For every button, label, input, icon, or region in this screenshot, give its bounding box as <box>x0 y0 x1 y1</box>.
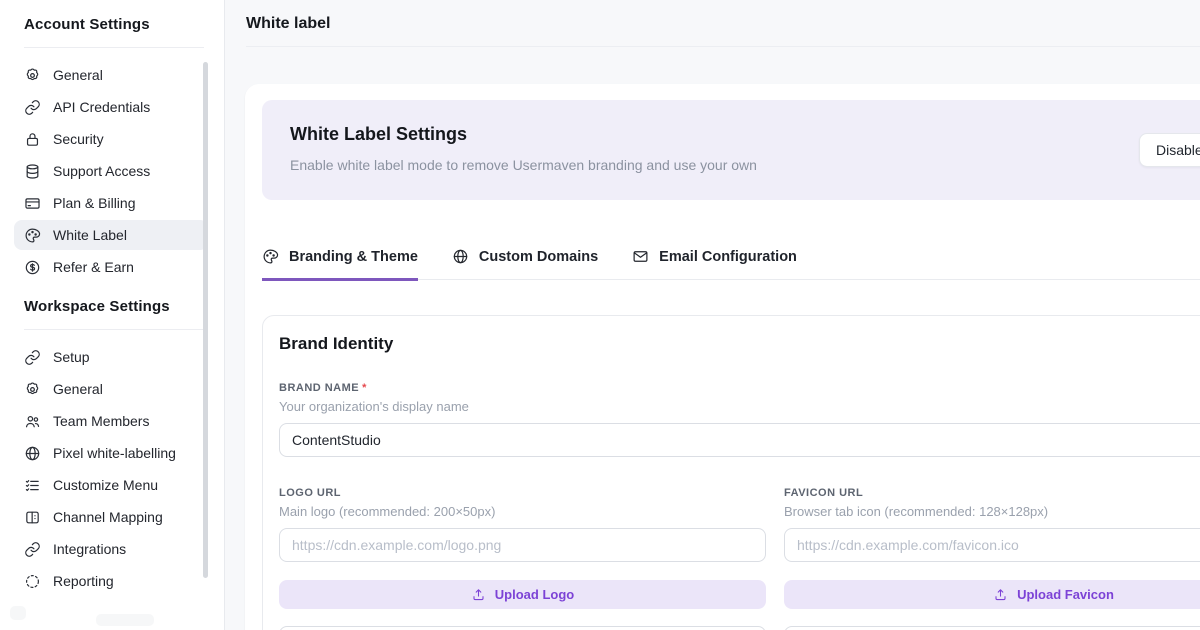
sidebar-item-label: Refer & Earn <box>53 259 134 275</box>
upload-icon <box>471 587 486 602</box>
globe-icon <box>24 445 41 462</box>
banner-subtitle: Enable white label mode to remove Userma… <box>290 157 1200 173</box>
envelope-icon <box>632 248 649 265</box>
brand-name-input[interactable] <box>279 423 1200 457</box>
sidebar-item-support-access[interactable]: Support Access <box>14 156 208 186</box>
sidebar-item-label: Reporting <box>53 573 114 589</box>
header-divider <box>246 46 1200 47</box>
favicon-url-label: FAVICON URL <box>784 487 1200 499</box>
database-icon <box>24 163 41 180</box>
sidebar-item-reporting[interactable]: Reporting <box>14 566 208 596</box>
palette-icon <box>262 248 279 265</box>
globe-icon <box>452 248 469 265</box>
upload-logo-button[interactable]: Upload Logo <box>279 580 766 609</box>
tab-branding-theme[interactable]: Branding & Theme <box>262 248 418 281</box>
sidebar-item-white-label[interactable]: White Label <box>14 220 208 250</box>
credit-card-icon <box>24 195 41 212</box>
palette-icon <box>24 227 41 244</box>
banner-title: White Label Settings <box>290 124 1200 145</box>
sidebar-item-general[interactable]: General <box>14 374 208 404</box>
logo-url-input[interactable] <box>279 528 766 562</box>
sidebar-section-heading: Workspace Settings <box>0 298 224 315</box>
sidebar-item-customize-menu[interactable]: Customize Menu <box>14 470 208 500</box>
faded-label <box>96 614 154 626</box>
settings-sidebar: Account Settings General API Credentials Se… <box>0 0 225 630</box>
tab-bar: Branding & Theme Custom Domains Email Conf… <box>262 248 1200 280</box>
sidebar-item-label: Plan & Billing <box>53 195 136 211</box>
sidebar-item-label: Team Members <box>53 413 149 429</box>
logo-url-field-group: LOGO URL Main logo (recommended: 200×50p… <box>279 487 766 630</box>
sidebar-item-channel-mapping[interactable]: Channel Mapping <box>14 502 208 532</box>
brand-name-label: BRAND NAME* <box>279 382 1200 394</box>
sidebar-item-general[interactable]: General <box>14 60 208 90</box>
section-title: Brand Identity <box>279 334 1200 354</box>
sidebar-nav: Setup General Team Members Pixel white-labe… <box>0 342 224 596</box>
sidebar-item-label: Pixel white-labelling <box>53 445 176 461</box>
list-check-icon <box>24 477 41 494</box>
users-icon <box>24 413 41 430</box>
logo-url-label: LOGO URL <box>279 487 766 499</box>
channel-map-icon <box>24 509 41 526</box>
sidebar-item-label: Security <box>53 131 104 147</box>
sidebar-item-label: Customize Menu <box>53 477 158 493</box>
lock-icon <box>24 131 41 148</box>
sidebar-item-label: Support Access <box>53 163 150 179</box>
sidebar-divider <box>24 47 204 48</box>
sidebar-item-api-credentials[interactable]: API Credentials <box>14 92 208 122</box>
tab-email-configuration[interactable]: Email Configuration <box>632 248 797 281</box>
link-icon <box>24 541 41 558</box>
page-header: White label <box>225 0 1200 33</box>
tab-label: Branding & Theme <box>289 249 418 265</box>
sidebar-item-label: Channel Mapping <box>53 509 163 525</box>
logo-extra-input[interactable] <box>279 626 766 630</box>
favicon-extra-input[interactable] <box>784 626 1200 630</box>
dashed-circle-icon <box>24 573 41 590</box>
upload-icon <box>993 587 1008 602</box>
favicon-url-input[interactable] <box>784 528 1200 562</box>
dollar-circle-icon <box>24 259 41 276</box>
sidebar-item-integrations[interactable]: Integrations <box>14 534 208 564</box>
sidebar-item-setup[interactable]: Setup <box>14 342 208 372</box>
link-icon <box>24 349 41 366</box>
disable-white-label-button[interactable]: Disable <box>1139 133 1200 167</box>
sidebar-section-heading: Account Settings <box>0 16 224 33</box>
sidebar-item-label: Integrations <box>53 541 126 557</box>
sidebar-divider <box>24 329 204 330</box>
gear-icon <box>24 381 41 398</box>
required-asterisk: * <box>362 382 367 394</box>
white-label-card: White Label Settings Enable white label … <box>245 84 1200 630</box>
sidebar-nav: General API Credentials Security Support Ac… <box>0 60 224 282</box>
sidebar-scrollbar[interactable] <box>203 62 208 578</box>
link-icon <box>24 99 41 116</box>
sidebar-item-team-members[interactable]: Team Members <box>14 406 208 436</box>
sidebar-item-plan-billing[interactable]: Plan & Billing <box>14 188 208 218</box>
brand-name-helper: Your organization's display name <box>279 399 1200 414</box>
sidebar-item-label: General <box>53 381 103 397</box>
logo-url-helper: Main logo (recommended: 200×50px) <box>279 504 766 519</box>
white-label-settings-banner: White Label Settings Enable white label … <box>262 100 1200 200</box>
tab-custom-domains[interactable]: Custom Domains <box>452 248 598 281</box>
main-content: White label White Label Settings Enable … <box>225 0 1200 630</box>
sidebar-item-refer-earn[interactable]: Refer & Earn <box>14 252 208 282</box>
sidebar-item-pixel-white-labelling[interactable]: Pixel white-labelling <box>14 438 208 468</box>
upload-favicon-button[interactable]: Upload Favicon <box>784 580 1200 609</box>
tab-label: Custom Domains <box>479 249 598 265</box>
sidebar-item-label: General <box>53 67 103 83</box>
brand-identity-section: Brand Identity BRAND NAME* Your organiza… <box>262 315 1200 630</box>
sidebar-item-label: White Label <box>53 227 127 243</box>
gear-icon <box>24 67 41 84</box>
page-title: White label <box>246 15 1200 33</box>
favicon-url-field-group: FAVICON URL Browser tab icon (recommende… <box>784 487 1200 630</box>
sidebar-item-label: API Credentials <box>53 99 150 115</box>
sidebar-item-label: Setup <box>53 349 90 365</box>
tab-label: Email Configuration <box>659 249 797 265</box>
favicon-url-helper: Browser tab icon (recommended: 128×128px… <box>784 504 1200 519</box>
sidebar-item-security[interactable]: Security <box>14 124 208 154</box>
